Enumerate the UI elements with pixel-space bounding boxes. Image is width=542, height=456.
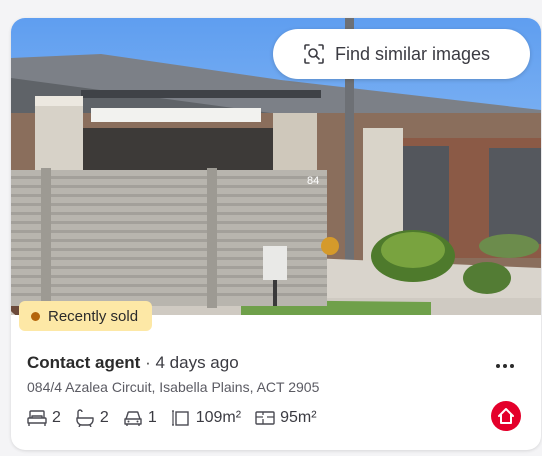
listed-time: 4 days ago [155, 353, 239, 372]
feature-floor-size: 95m² [255, 409, 317, 427]
listing-headline: Contact agent · 4 days ago [27, 353, 239, 373]
more-dot-icon [510, 364, 514, 368]
feature-bathrooms: 2 [75, 409, 109, 427]
bed-icon [27, 410, 47, 426]
car-icon [124, 411, 142, 426]
property-card[interactable]: 84 Find similar images Recently sold Con… [11, 18, 541, 450]
find-similar-images-label: Find similar images [335, 43, 491, 64]
bath-icon [76, 409, 94, 427]
image-search-icon [304, 44, 324, 64]
property-photo[interactable]: 84 Find similar images [11, 18, 541, 315]
home-logo-icon [491, 401, 521, 431]
land-size-icon [171, 410, 189, 426]
floor-plan-icon [255, 411, 275, 425]
feature-car-spaces: 1 [123, 409, 157, 427]
status-badge-label: Recently sold [48, 307, 139, 325]
car-spaces-value: 1 [147, 409, 157, 426]
feature-land-size: 109m² [171, 409, 241, 427]
bathrooms-value: 2 [99, 409, 109, 426]
house-number: 84 [307, 175, 319, 187]
bedrooms-value: 2 [52, 409, 61, 426]
property-address[interactable]: 084/4 Azalea Circuit, Isabella Plains, A… [27, 379, 319, 395]
more-dot-icon [503, 364, 507, 368]
more-options-button[interactable] [493, 356, 517, 376]
status-badge: Recently sold [19, 301, 153, 331]
property-features: 2 2 1 109m² 95m² [27, 407, 331, 429]
floor-size-value: 95m² [280, 409, 317, 426]
price-label: Contact agent [27, 353, 141, 372]
find-similar-images-button[interactable]: Find similar images [273, 29, 530, 79]
more-dot-icon [496, 364, 500, 368]
status-dot-icon [31, 311, 40, 321]
headline-separator: · [145, 353, 151, 372]
land-size-value: 109m² [195, 409, 242, 426]
feature-bedrooms: 2 [27, 409, 61, 427]
